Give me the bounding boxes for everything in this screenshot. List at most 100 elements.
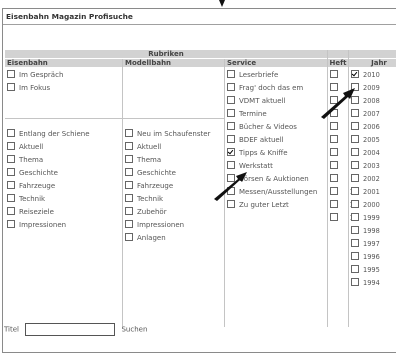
checkbox[interactable] (351, 161, 359, 169)
jahr-item[interactable]: 2000 (351, 200, 380, 211)
eisenbahn-item[interactable]: Geschichte (7, 168, 58, 179)
jahr-item-label: 2007 (363, 110, 380, 118)
checkbox[interactable] (125, 194, 133, 202)
checkbox[interactable] (330, 174, 338, 182)
service-item[interactable]: VDMT aktuell (227, 96, 285, 107)
checkbox[interactable] (7, 181, 15, 189)
eisenbahn-item[interactable]: Aktuell (7, 142, 43, 153)
checkbox[interactable] (227, 109, 235, 117)
jahr-item[interactable]: 2001 (351, 187, 380, 198)
search-label: Titel (4, 325, 20, 334)
checkbox[interactable] (227, 96, 235, 104)
checkbox[interactable] (125, 181, 133, 189)
checkbox[interactable] (330, 187, 338, 195)
checkbox[interactable] (125, 207, 133, 215)
checkbox[interactable] (7, 155, 15, 163)
checkbox[interactable] (7, 70, 15, 78)
checkbox[interactable] (330, 161, 338, 169)
service-item[interactable]: Zu guter Letzt (227, 200, 289, 211)
checkbox[interactable] (330, 70, 338, 78)
modellbahn-item[interactable]: Geschichte (125, 168, 176, 179)
jahr-item[interactable]: 1995 (351, 265, 380, 276)
checkbox[interactable] (125, 142, 133, 150)
eisenbahn-item[interactable]: Entlang der Schiene (7, 129, 90, 140)
eisenbahn-item-label: Geschichte (19, 169, 58, 177)
service-item[interactable]: Termine (227, 109, 267, 120)
checkbox[interactable] (351, 252, 359, 260)
checkbox[interactable] (227, 83, 235, 91)
eisenbahn-item[interactable]: Thema (7, 155, 43, 166)
checkbox[interactable] (125, 168, 133, 176)
jahr-item-label: 2009 (363, 84, 380, 92)
checkbox[interactable] (7, 194, 15, 202)
service-item-label: Frag' doch das em (239, 84, 304, 92)
jahr-item[interactable]: 1998 (351, 226, 380, 237)
jahr-item[interactable]: 2006 (351, 122, 380, 133)
modellbahn-item[interactable]: Neu im Schaufenster (125, 129, 210, 140)
service-item[interactable]: Frag' doch das em (227, 83, 304, 94)
page-title: Eisenbahn Magazin Profisuche (6, 12, 133, 21)
jahr-item[interactable]: 1997 (351, 239, 380, 250)
checkbox[interactable] (351, 265, 359, 273)
service-item[interactable]: BDEF aktuell (227, 135, 284, 146)
modellbahn-item[interactable]: Aktuell (125, 142, 161, 153)
checkbox[interactable] (351, 70, 359, 78)
checkbox[interactable] (125, 129, 133, 137)
jahr-item[interactable]: 2005 (351, 135, 380, 146)
checkbox[interactable] (351, 122, 359, 130)
checkbox[interactable] (7, 129, 15, 137)
eisenbahn-top-item[interactable]: Im Gespräch (7, 70, 63, 81)
checkbox[interactable] (351, 278, 359, 286)
checkbox[interactable] (125, 233, 133, 241)
checkbox[interactable] (125, 220, 133, 228)
eisenbahn-item[interactable]: Impressionen (7, 220, 66, 231)
checkbox[interactable] (351, 174, 359, 182)
eisenbahn-item[interactable]: Fahrzeuge (7, 181, 55, 192)
jahr-item[interactable]: 2002 (351, 174, 380, 185)
checkbox[interactable] (351, 226, 359, 234)
eisenbahn-item[interactable]: Technik (7, 194, 45, 205)
modellbahn-item[interactable]: Anlagen (125, 233, 166, 244)
checkbox[interactable] (7, 168, 15, 176)
checkbox[interactable] (227, 135, 235, 143)
checkbox[interactable] (351, 213, 359, 221)
jahr-item[interactable]: 2003 (351, 161, 380, 172)
checkbox[interactable] (351, 187, 359, 195)
checkbox[interactable] (330, 213, 338, 221)
eisenbahn-item[interactable]: Reiseziele (7, 207, 54, 218)
modellbahn-item[interactable]: Fahrzeuge (125, 181, 173, 192)
checkbox[interactable] (351, 239, 359, 247)
jahr-item[interactable]: 1994 (351, 278, 380, 289)
eisenbahn-top-item[interactable]: Im Fokus (7, 83, 50, 94)
search-button[interactable]: Suchen (121, 326, 147, 334)
service-item[interactable]: Tipps & Kniffe (227, 148, 288, 159)
jahr-item[interactable]: 2004 (351, 148, 380, 159)
checkbox[interactable] (7, 83, 15, 91)
category-grid: Rubriken Eisenbahn Modellbahn Service He… (5, 50, 396, 328)
checkbox[interactable] (351, 135, 359, 143)
jahr-item[interactable]: 2010 (351, 70, 380, 81)
jahr-item[interactable]: 1999 (351, 213, 380, 224)
service-item[interactable]: Bücher & Videos (227, 122, 297, 133)
checkbox[interactable] (7, 207, 15, 215)
modellbahn-item[interactable]: Technik (125, 194, 163, 205)
checkbox[interactable] (125, 155, 133, 163)
modellbahn-item-label: Zubehör (137, 208, 167, 216)
checkbox[interactable] (330, 200, 338, 208)
service-item[interactable]: Leserbriefe (227, 70, 278, 81)
checkbox[interactable] (351, 200, 359, 208)
checkbox[interactable] (330, 148, 338, 156)
checkbox[interactable] (227, 70, 235, 78)
checkbox[interactable] (7, 220, 15, 228)
checkbox[interactable] (330, 122, 338, 130)
checkbox[interactable] (351, 148, 359, 156)
checkbox[interactable] (330, 135, 338, 143)
search-input[interactable] (25, 323, 116, 336)
jahr-item[interactable]: 1996 (351, 252, 380, 263)
checkbox[interactable] (227, 122, 235, 130)
checkbox[interactable] (7, 142, 15, 150)
modellbahn-item[interactable]: Zubehör (125, 207, 167, 218)
checkbox[interactable] (227, 148, 235, 156)
modellbahn-item[interactable]: Thema (125, 155, 161, 166)
modellbahn-item[interactable]: Impressionen (125, 220, 184, 231)
